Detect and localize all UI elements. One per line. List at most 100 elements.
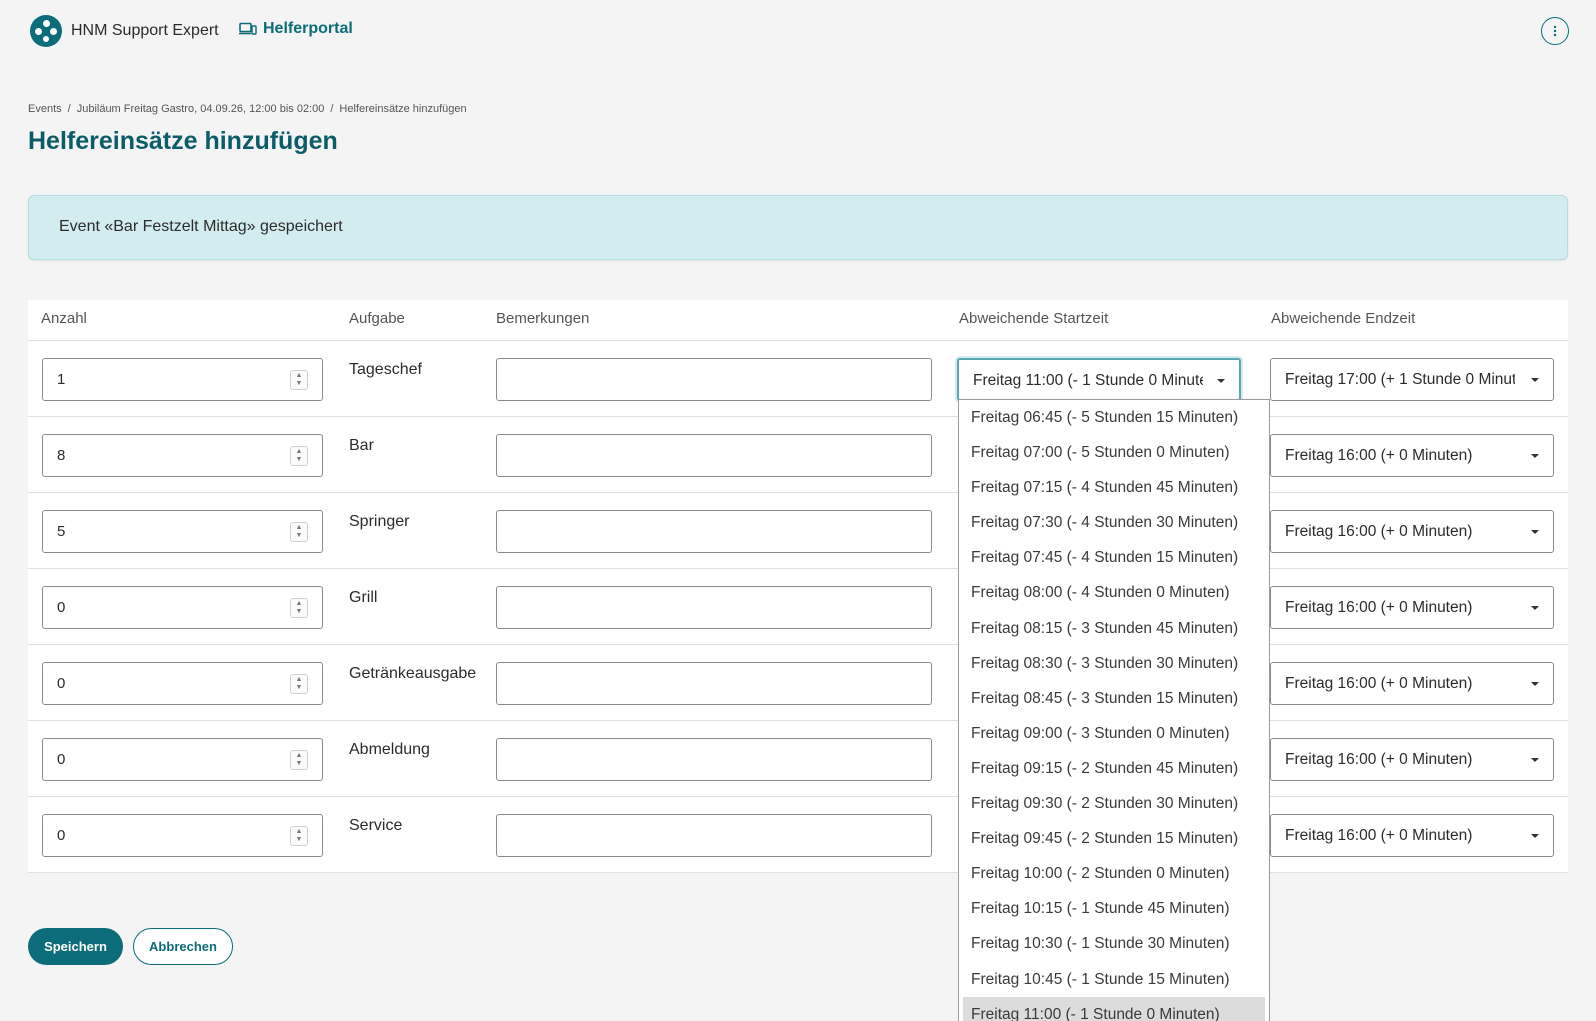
stepper-icon[interactable]: ▲ ▼ bbox=[290, 750, 308, 770]
chevron-down-icon bbox=[1531, 682, 1539, 686]
count-input[interactable]: 1 ▲ ▼ bbox=[42, 358, 323, 401]
end-time-value: Freitag 16:00 (+ 0 Minuten) bbox=[1285, 751, 1473, 768]
dropdown-option[interactable]: Freitag 08:00 (- 4 Stunden 0 Minuten) bbox=[959, 575, 1269, 610]
count-input[interactable]: 0 ▲ ▼ bbox=[42, 738, 323, 781]
stepper-icon[interactable]: ▲ ▼ bbox=[290, 370, 308, 390]
count-value: 8 bbox=[57, 447, 66, 464]
alert-message: Event «Bar Festzelt Mittag» gespeichert bbox=[59, 218, 343, 235]
stepper-icon[interactable]: ▲ ▼ bbox=[290, 826, 308, 846]
chevron-down-icon bbox=[1531, 606, 1539, 610]
task-label: Getränkeausgabe bbox=[349, 665, 477, 682]
remark-input[interactable] bbox=[496, 814, 932, 857]
dropdown-option[interactable]: Freitag 09:30 (- 2 Stunden 30 Minuten) bbox=[959, 786, 1269, 821]
dropdown-option[interactable]: Freitag 09:00 (- 3 Stunden 0 Minuten) bbox=[959, 716, 1269, 751]
table-row: 0 ▲ ▼ Service Freitag 16:00 (+ 0 Minuten) bbox=[28, 797, 1568, 873]
column-header-endzeit: Abweichende Endzeit bbox=[1271, 310, 1416, 327]
more-options-button[interactable] bbox=[1541, 17, 1569, 45]
dropdown-option[interactable]: Freitag 06:45 (- 5 Stunden 15 Minuten) bbox=[959, 400, 1269, 435]
end-time-value: Freitag 16:00 (+ 0 Minuten) bbox=[1285, 523, 1473, 540]
remark-input[interactable] bbox=[496, 738, 932, 781]
assignment-table: Anzahl Aufgabe Bemerkungen Abweichende S… bbox=[28, 300, 1568, 873]
table-row: 5 ▲ ▼ Springer Freitag 16:00 (+ 0 Minuten… bbox=[28, 493, 1568, 569]
dropdown-option[interactable]: Freitag 10:15 (- 1 Stunde 45 Minuten) bbox=[959, 891, 1269, 926]
end-time-value: Freitag 16:00 (+ 0 Minuten) bbox=[1285, 447, 1473, 464]
end-time-select[interactable]: Freitag 16:00 (+ 0 Minuten) bbox=[1270, 738, 1554, 781]
remark-input[interactable] bbox=[496, 510, 932, 553]
end-time-select[interactable]: Freitag 16:00 (+ 0 Minuten) bbox=[1270, 586, 1554, 629]
table-row: 0 ▲ ▼ Getränkeausgabe Freitag 16:00 (+ 0 … bbox=[28, 645, 1568, 721]
page-title: Helfereinsätze hinzufügen bbox=[28, 127, 338, 155]
dropdown-option-selected[interactable]: Freitag 11:00 (- 1 Stunde 0 Minuten) bbox=[963, 996, 1265, 1021]
count-input[interactable]: 0 ▲ ▼ bbox=[42, 586, 323, 629]
end-time-select[interactable]: Freitag 16:00 (+ 0 Minuten) bbox=[1270, 510, 1554, 553]
remark-input[interactable] bbox=[496, 586, 932, 629]
remark-input[interactable] bbox=[496, 434, 932, 477]
success-alert: Event «Bar Festzelt Mittag» gespeichert bbox=[28, 195, 1568, 260]
end-time-select[interactable]: Freitag 17:00 (+ 1 Stunde 0 Minuten) bbox=[1270, 358, 1554, 401]
devices-icon bbox=[239, 22, 257, 35]
count-input[interactable]: 0 ▲ ▼ bbox=[42, 662, 323, 705]
dropdown-option[interactable]: Freitag 10:00 (- 2 Stunden 0 Minuten) bbox=[959, 856, 1269, 891]
column-header-anzahl: Anzahl bbox=[41, 310, 87, 327]
dropdown-option[interactable]: Freitag 08:30 (- 3 Stunden 30 Minuten) bbox=[959, 646, 1269, 681]
stepper-icon[interactable]: ▲ ▼ bbox=[290, 674, 308, 694]
breadcrumb-separator: / bbox=[330, 103, 334, 115]
table-row: 8 ▲ ▼ Bar Freitag 16:00 (+ 0 Minuten) bbox=[28, 417, 1568, 493]
ellipsis-vertical-icon bbox=[1553, 25, 1557, 37]
task-label: Bar bbox=[349, 437, 374, 454]
brand-name: HNM Support Expert bbox=[71, 22, 219, 39]
task-label: Tageschef bbox=[349, 361, 422, 378]
dropdown-option[interactable]: Freitag 08:45 (- 3 Stunden 15 Minuten) bbox=[959, 681, 1269, 716]
end-time-select[interactable]: Freitag 16:00 (+ 0 Minuten) bbox=[1270, 814, 1554, 857]
end-time-value: Freitag 16:00 (+ 0 Minuten) bbox=[1285, 599, 1473, 616]
stepper-icon[interactable]: ▲ ▼ bbox=[290, 446, 308, 466]
dropdown-option[interactable]: Freitag 09:45 (- 2 Stunden 15 Minuten) bbox=[959, 821, 1269, 856]
dropdown-option[interactable]: Freitag 08:15 (- 3 Stunden 45 Minuten) bbox=[959, 611, 1269, 646]
start-time-dropdown[interactable]: Freitag 06:45 (- 5 Stunden 15 Minuten) F… bbox=[958, 399, 1270, 1021]
dropdown-option[interactable]: Freitag 07:45 (- 4 Stunden 15 Minuten) bbox=[959, 540, 1269, 575]
chevron-down-icon bbox=[1531, 454, 1539, 458]
dropdown-option[interactable]: Freitag 07:30 (- 4 Stunden 30 Minuten) bbox=[959, 505, 1269, 540]
table-row: 0 ▲ ▼ Grill Freitag 16:00 (+ 0 Minuten) bbox=[28, 569, 1568, 645]
start-time-value: Freitag 11:00 (- 1 Stunde 0 Minuten) bbox=[973, 372, 1203, 389]
end-time-select[interactable]: Freitag 16:00 (+ 0 Minuten) bbox=[1270, 434, 1554, 477]
table-row: 1 ▲ ▼ Tageschef Freitag 11:00 (- 1 Stunde… bbox=[28, 341, 1568, 417]
brand[interactable]: HNM Support Expert bbox=[30, 15, 219, 47]
count-value: 0 bbox=[57, 751, 66, 768]
dropdown-option[interactable]: Freitag 07:15 (- 4 Stunden 45 Minuten) bbox=[959, 470, 1269, 505]
task-label: Service bbox=[349, 817, 403, 834]
remark-input[interactable] bbox=[496, 358, 932, 401]
start-time-select[interactable]: Freitag 11:00 (- 1 Stunde 0 Minuten) bbox=[957, 358, 1241, 401]
remark-input[interactable] bbox=[496, 662, 932, 705]
breadcrumb-separator: / bbox=[67, 103, 71, 115]
chevron-down-icon bbox=[1531, 834, 1539, 838]
logo-icon bbox=[30, 15, 62, 47]
dropdown-option[interactable]: Freitag 07:00 (- 5 Stunden 0 Minuten) bbox=[959, 435, 1269, 470]
chevron-down-icon bbox=[1531, 758, 1539, 762]
helferportal-link[interactable]: Helferportal bbox=[239, 20, 353, 38]
stepper-icon[interactable]: ▲ ▼ bbox=[290, 522, 308, 542]
count-input[interactable]: 5 ▲ ▼ bbox=[42, 510, 323, 553]
task-label: Springer bbox=[349, 513, 410, 530]
count-value: 1 bbox=[57, 371, 66, 388]
dropdown-option[interactable]: Freitag 10:45 (- 1 Stunde 15 Minuten) bbox=[959, 962, 1269, 997]
end-time-value: Freitag 17:00 (+ 1 Stunde 0 Minuten) bbox=[1285, 371, 1515, 388]
count-input[interactable]: 0 ▲ ▼ bbox=[42, 814, 323, 857]
dropdown-option[interactable]: Freitag 10:30 (- 1 Stunde 30 Minuten) bbox=[959, 926, 1269, 961]
chevron-down-icon bbox=[1217, 379, 1225, 383]
cancel-button[interactable]: Abbrechen bbox=[133, 928, 233, 965]
dropdown-option[interactable]: Freitag 09:15 (- 2 Stunden 45 Minuten) bbox=[959, 751, 1269, 786]
breadcrumb-item-events[interactable]: Events bbox=[28, 103, 62, 115]
top-bar: HNM Support Expert Helferportal bbox=[0, 0, 1596, 64]
count-value: 5 bbox=[57, 523, 66, 540]
task-label: Grill bbox=[349, 589, 378, 606]
breadcrumb-item-event[interactable]: Jubiläum Freitag Gastro, 04.09.26, 12:00… bbox=[77, 103, 325, 115]
end-time-select[interactable]: Freitag 16:00 (+ 0 Minuten) bbox=[1270, 662, 1554, 705]
chevron-down-icon bbox=[1531, 378, 1539, 382]
save-button[interactable]: Speichern bbox=[28, 928, 123, 965]
stepper-icon[interactable]: ▲ ▼ bbox=[290, 598, 308, 618]
chevron-down-icon bbox=[1531, 530, 1539, 534]
count-input[interactable]: 8 ▲ ▼ bbox=[42, 434, 323, 477]
column-header-startzeit: Abweichende Startzeit bbox=[959, 310, 1109, 327]
end-time-value: Freitag 16:00 (+ 0 Minuten) bbox=[1285, 827, 1473, 844]
